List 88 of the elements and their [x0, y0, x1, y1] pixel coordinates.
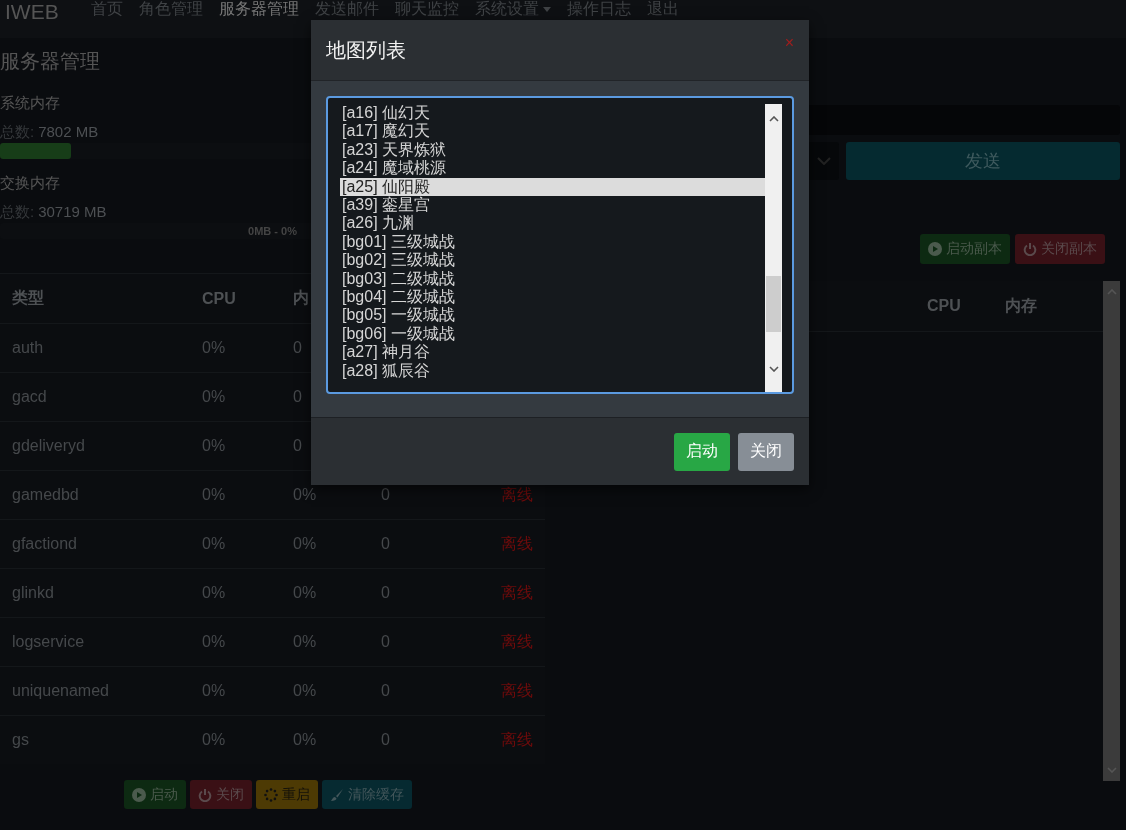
table-cell: 0% [293, 535, 317, 552]
table-cell: 0 [381, 535, 390, 552]
table-cell: 0% [202, 437, 226, 454]
start-button[interactable]: 启动 [674, 432, 730, 471]
list-option[interactable]: [bg02] 三级城战 [340, 251, 765, 270]
table-cell: logservice [12, 633, 85, 650]
scroll-down-icon[interactable] [768, 366, 779, 372]
list-option[interactable]: [bg06] 一级城战 [340, 324, 765, 344]
spinner-icon [264, 787, 278, 802]
table-cell: 0% [202, 388, 226, 405]
brand-logo[interactable]: IWEB [5, 0, 59, 24]
status-text: 离线 [501, 632, 533, 650]
table-cell: 0% [293, 731, 317, 748]
table-cell: gfactiond [12, 535, 77, 552]
list-option[interactable]: [a24] 魔域桃源 [340, 159, 765, 178]
table-cell: 0% [202, 584, 226, 601]
table-cell: uniquenamed [12, 682, 109, 699]
play-icon [928, 242, 942, 256]
list-option[interactable]: [a17] 魔幻天 [340, 122, 765, 141]
list-option[interactable]: [a25] 仙阳殿 [340, 177, 765, 197]
power-icon [1023, 242, 1037, 256]
table-cell: gacd [12, 388, 47, 405]
list-option[interactable]: [a26] 九渊 [340, 214, 765, 233]
status-text: 离线 [501, 534, 533, 552]
table-cell: 0 [381, 633, 390, 650]
total-value: 7802 MB [38, 123, 99, 141]
table-cell: 0 [293, 388, 302, 405]
column-header: CPU [202, 289, 236, 307]
list-option[interactable]: [a27] 神月谷 [340, 343, 765, 362]
dialog-title: 地图列表 [326, 37, 406, 63]
close-button[interactable]: × [784, 34, 794, 52]
table-cell: gs [12, 731, 29, 748]
column-header: 内存 [1004, 295, 1037, 316]
table-cell: 0 [293, 437, 302, 454]
table-cell: auth [12, 339, 44, 356]
section-title: 交换内存 [0, 173, 60, 193]
status-text: 离线 [501, 485, 533, 503]
list-option[interactable]: [a16] 仙幻天 [340, 104, 765, 123]
table-cell: 0% [293, 584, 317, 601]
table-cell: 0 [381, 486, 390, 503]
power-icon [198, 787, 212, 802]
scroll-up-icon[interactable] [768, 116, 779, 122]
table-cell: 0% [202, 535, 226, 552]
action-button[interactable]: 启动 [124, 780, 186, 809]
list-option[interactable]: [a28] 狐辰谷 [340, 361, 765, 381]
action-button[interactable]: 清除缓存 [322, 780, 412, 809]
column-header: 内 [293, 289, 309, 306]
total-value: 30719 MB [38, 203, 107, 221]
list-option[interactable]: [a39] 銮星宫 [340, 196, 765, 215]
action-button[interactable]: 启动副本 [920, 234, 1010, 264]
page-title: 服务器管理 [0, 49, 100, 73]
list-option[interactable]: [bg03] 二级城战 [340, 269, 765, 289]
send-button[interactable]: 发送 [846, 142, 1120, 180]
table-cell: 0% [202, 682, 226, 699]
table-cell: 0% [202, 731, 226, 748]
table-cell: glinkd [12, 584, 54, 601]
table-cell: 0 [381, 682, 390, 699]
table-cell: 0% [293, 682, 317, 699]
status-text: 离线 [501, 730, 533, 748]
table-cell: 0 [293, 339, 302, 356]
status-text: 离线 [501, 583, 533, 601]
table-cell: 0% [293, 486, 317, 503]
list-option[interactable]: [bg01] 三级城战 [340, 232, 765, 252]
action-button[interactable]: 关闭 [190, 780, 252, 809]
scrollbar[interactable] [765, 104, 782, 392]
progress-label: 0MB - 0% [248, 225, 297, 237]
scrollbar-thumb[interactable] [766, 276, 781, 332]
list-option[interactable]: [bg04] 二级城战 [340, 288, 765, 307]
action-button[interactable]: 重启 [256, 780, 318, 809]
list-option[interactable]: [a23] 天界炼狱 [340, 140, 765, 160]
close-button[interactable]: 关闭 [738, 432, 794, 471]
table-cell: gdeliveryd [12, 437, 85, 454]
caret-icon [817, 157, 831, 165]
play-icon [132, 787, 146, 802]
table-cell: gamedbd [12, 486, 79, 503]
status-text: 离线 [501, 681, 533, 699]
table-cell: 0 [381, 584, 390, 601]
nav-link[interactable]: 服务器管理 [210, 0, 307, 18]
column-header: 类型 [12, 289, 44, 306]
table-cell: 0 [381, 731, 390, 748]
table-cell: 0% [202, 633, 226, 650]
table-cell: 0% [293, 633, 317, 650]
list-option[interactable]: [bg05] 一级城战 [340, 306, 765, 325]
map-list[interactable]: [a16] 仙幻天 [a17] 魔幻天 [a23] 天界炼狱 [a24] 魔域桃源 [a25] 仙阳殿 [a39] 銮星宫 [a26] 九渊 [bg01] 三级城战 [bg02] 三级城战 [bg03] 二级城战 [bg04] 二级城战 [bg05] 一级城战 [bg06] 一级城战 [a27] 神月谷 [a28] 狐辰谷 [326, 96, 794, 394]
table-cell: 0% [202, 339, 226, 356]
column-header: CPU [927, 297, 961, 315]
section-title: 系统内存 [0, 93, 60, 113]
table-cell: 0% [202, 486, 226, 503]
